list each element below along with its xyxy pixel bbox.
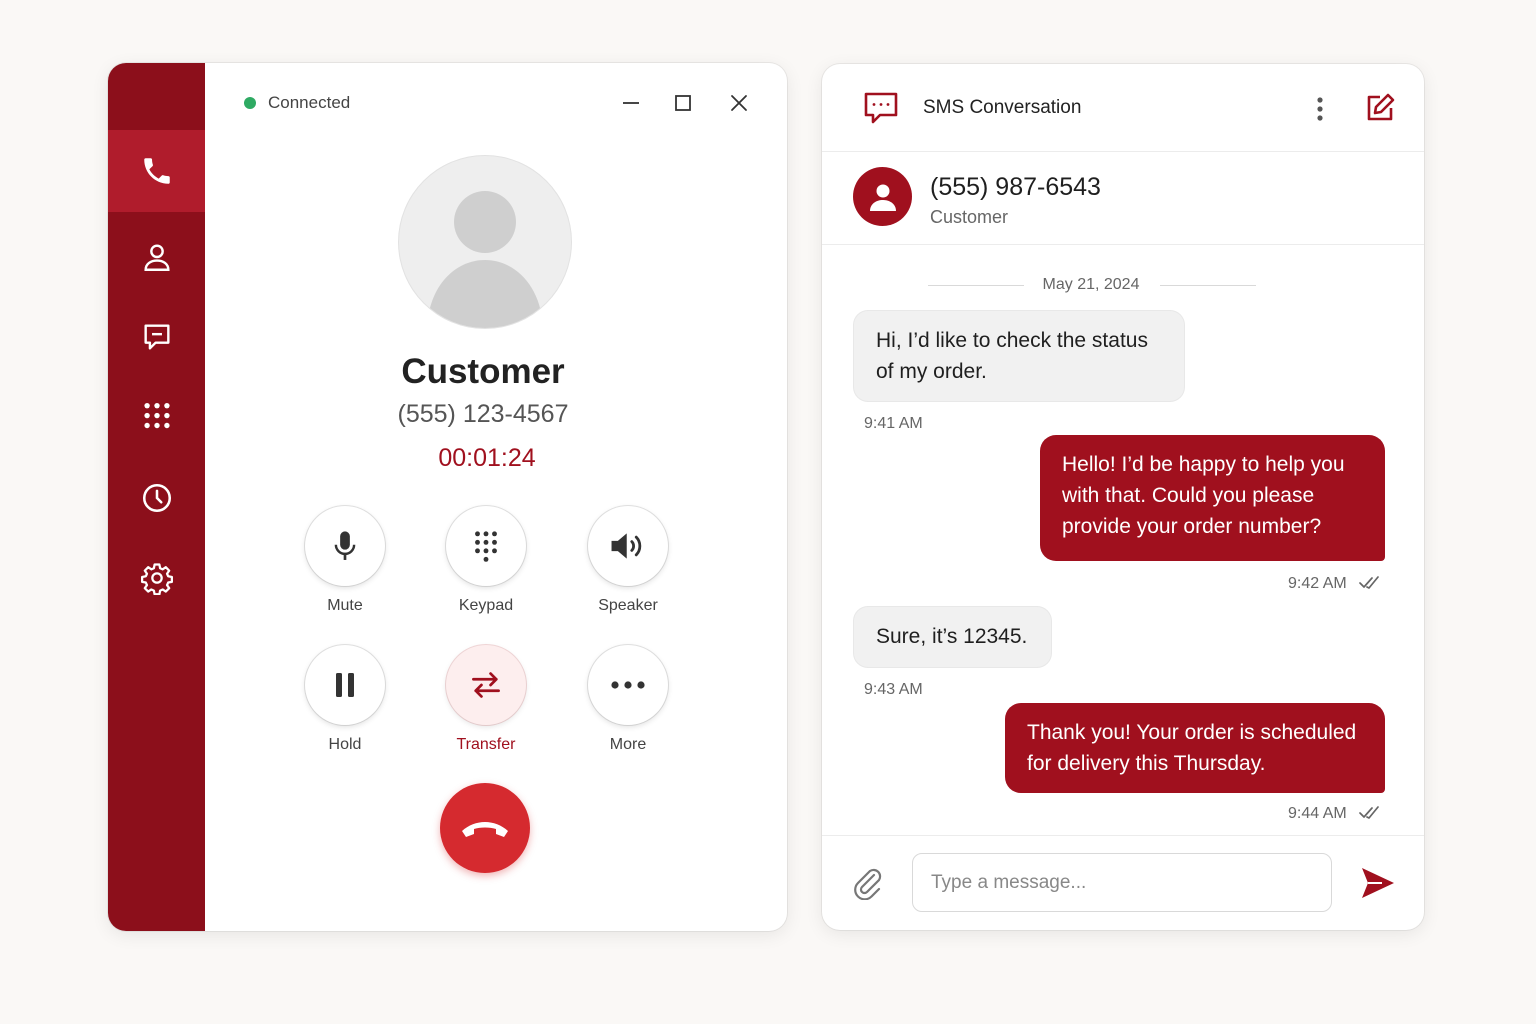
phone-icon [143, 158, 170, 184]
kebab-menu-icon [1317, 97, 1323, 121]
contacts-icon [143, 244, 170, 271]
transfer-button[interactable] [446, 645, 526, 725]
nav-messages[interactable] [108, 296, 205, 378]
keypad-label: Keypad [458, 597, 514, 614]
message-bubble-outgoing: Hello! I’d be happy to help you with tha… [1040, 435, 1385, 561]
microphone-icon [334, 531, 356, 560]
message-bubble-incoming: Hi, I’d like to check the status of my o… [854, 311, 1184, 401]
nav-history[interactable] [108, 457, 205, 539]
messages-icon [143, 324, 170, 350]
header-divider [822, 151, 1424, 152]
settings-icon [140, 563, 173, 595]
person-placeholder-icon [427, 191, 543, 328]
sms-chat-logo [862, 90, 900, 126]
keypad-icon [475, 531, 497, 562]
hold-label: Hold [328, 736, 362, 753]
date-rule-right [1160, 285, 1256, 286]
maximize-button[interactable] [668, 88, 698, 118]
double-check-icon [1359, 576, 1379, 589]
sms-title: SMS Conversation [923, 97, 1082, 118]
nav-rail [108, 63, 205, 931]
caller-number: (555) 123-4567 [397, 400, 569, 428]
caller-avatar [399, 156, 571, 328]
message-line: provide your order number? [1062, 515, 1322, 538]
more-icon [611, 681, 645, 689]
message-line: Sure, it’s 12345. [876, 625, 1028, 648]
close-button[interactable] [724, 88, 754, 118]
minimize-button[interactable] [616, 88, 646, 118]
message-line: with that. Could you please [1062, 484, 1315, 507]
history-icon [142, 483, 171, 513]
date-rule-left [928, 285, 1024, 286]
mute-button[interactable] [305, 506, 385, 586]
message-bubble-incoming: Sure, it’s 12345. [854, 607, 1051, 667]
hold-button[interactable] [305, 645, 385, 725]
attach-button[interactable] [850, 864, 886, 902]
nav-dialpad[interactable] [108, 376, 205, 458]
nav-contacts[interactable] [108, 216, 205, 298]
status-dot [244, 97, 256, 109]
message-line: Hi, I’d like to check the status [876, 329, 1148, 352]
caller-name: Customer [401, 352, 565, 391]
message-time: 9:42 AM [1288, 575, 1347, 592]
hang-up-button[interactable] [440, 783, 530, 873]
call-timer: 00:01:24 [438, 444, 536, 472]
person-icon [869, 184, 896, 211]
transfer-label: Transfer [456, 736, 516, 753]
minimize-icon [623, 102, 639, 104]
send-icon [1362, 868, 1394, 898]
nav-settings[interactable] [108, 537, 205, 619]
speaker-label: Speaker [598, 597, 658, 614]
options-button[interactable] [1306, 92, 1334, 126]
contact-number: (555) 987-6543 [930, 173, 1101, 201]
message-time: 9:41 AM [864, 415, 923, 432]
composer-divider [822, 835, 1424, 836]
compose-button[interactable] [1362, 90, 1398, 126]
compose-icon [1367, 93, 1395, 121]
send-button[interactable] [1358, 864, 1398, 902]
more-button[interactable] [588, 645, 668, 725]
nav-calls[interactable] [108, 130, 205, 212]
pause-icon [336, 673, 354, 697]
contact-avatar [853, 167, 912, 226]
keypad-button[interactable] [446, 506, 526, 586]
transfer-icon [472, 672, 500, 698]
call-status: Connected [268, 93, 351, 112]
contact-role: Customer [930, 207, 1009, 227]
maximize-icon [675, 95, 691, 111]
message-time: 9:44 AM [1288, 805, 1347, 822]
message-bubble-outgoing: Thank you! Your order is scheduled for d… [1005, 703, 1385, 793]
message-line: Thank you! Your order is scheduled [1027, 721, 1357, 744]
message-input[interactable] [912, 853, 1332, 912]
double-check-icon [1359, 806, 1379, 819]
close-icon [731, 95, 747, 111]
message-line: Hello! I’d be happy to help you [1062, 453, 1345, 476]
speaker-icon [611, 533, 642, 559]
message-line: of my order. [876, 360, 987, 383]
speaker-button[interactable] [588, 506, 668, 586]
message-time: 9:43 AM [864, 681, 923, 698]
mute-label: Mute [327, 597, 363, 614]
contact-divider [822, 244, 1424, 245]
dialpad-icon [143, 402, 170, 429]
chat-bubble-icon [864, 92, 898, 124]
more-label: More [609, 736, 647, 753]
hang-up-icon [462, 822, 508, 837]
date-separator: May 21, 2024 [1042, 276, 1140, 293]
message-line: for delivery this Thursday. [1027, 752, 1266, 775]
paperclip-icon [854, 868, 882, 900]
